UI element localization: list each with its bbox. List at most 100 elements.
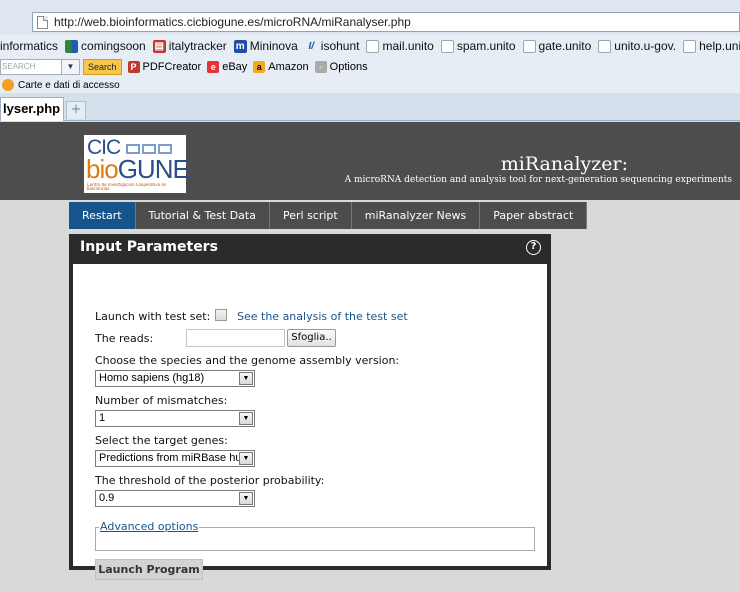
bookmark-label: Mininova xyxy=(249,39,298,53)
mismatch-label: Number of mismatches: xyxy=(95,394,228,407)
bookmark-unito-ugov[interactable]: unito.u-gov. xyxy=(598,39,676,53)
toolbar-search-button[interactable]: Search xyxy=(83,59,122,75)
chevron-down-icon[interactable]: ▼ xyxy=(62,59,80,75)
chevron-down-icon: ▼ xyxy=(239,452,253,465)
options-label: Options xyxy=(329,61,368,73)
address-bar[interactable]: http://web.bioinformatics.cicbiogune.es/… xyxy=(32,12,740,32)
pdf-icon: P xyxy=(127,61,140,73)
page-content: CIC bioGUNE Centro de Investigación Coop… xyxy=(0,122,740,592)
url-text[interactable]: http://web.bioinformatics.cicbiogune.es/… xyxy=(54,15,411,29)
advanced-options-fieldset: Advanced options xyxy=(95,520,535,551)
lock-icon xyxy=(2,79,14,91)
species-label: Choose the species and the genome assemb… xyxy=(95,354,400,367)
page-icon xyxy=(598,39,612,53)
bookmark-label: italytracker xyxy=(168,39,227,53)
bookmark-isohunt[interactable]: I/isohunt xyxy=(305,39,360,53)
chevron-down-icon: ▼ xyxy=(239,372,253,385)
nav-news[interactable]: miRanalyzer News xyxy=(351,202,481,229)
bookmark-help-unito[interactable]: help.unito xyxy=(683,39,740,53)
toolbar-row: SEARCH ▼ Search P PDFCreator e eBay a Amazo… xyxy=(0,57,740,77)
nav-restart[interactable]: Restart xyxy=(69,202,136,229)
test-analysis-link[interactable]: See the analysis of the test set xyxy=(237,310,408,323)
bookmark-label: gate.unito xyxy=(538,39,592,53)
bookmark-label: mail.unito xyxy=(382,39,434,53)
bookmark-label: isohunt xyxy=(320,39,360,53)
panel-body: Launch with test set: See the analysis o… xyxy=(73,264,547,580)
toolbar-search-input[interactable]: SEARCH xyxy=(0,59,62,75)
bookmark-italytracker[interactable]: ▤ italytracker xyxy=(152,39,227,53)
site-subtitle: A microRNA detection and analysis tool f… xyxy=(344,175,732,185)
bookmark-label: spam.unito xyxy=(456,39,516,53)
logo-bio: bio xyxy=(86,154,119,184)
bookmark-label: unito.u-gov. xyxy=(614,39,677,53)
bookmark-spam-unito[interactable]: spam.unito xyxy=(440,39,516,53)
main-nav: Restart Tutorial & Test Data Perl script… xyxy=(69,202,588,229)
site-title: miRanalyzer: xyxy=(500,153,628,175)
bookmark-gate-unito[interactable]: gate.unito xyxy=(522,39,592,53)
site-header: CIC bioGUNE Centro de Investigación Coop… xyxy=(0,122,740,200)
bookmark-informatics[interactable]: informatics xyxy=(0,39,58,53)
bookmarks-bar: informatics comingsoon ▤ italytracker m Mi… xyxy=(0,35,740,57)
logo-biogune-text: bioGUNE xyxy=(86,154,190,184)
target-genes-value: Predictions from miRBase hum xyxy=(99,452,251,464)
logo-gune: GUNE xyxy=(117,154,190,184)
page-icon xyxy=(37,15,48,29)
species-select[interactable]: Homo sapiens (hg18) ▼ xyxy=(95,370,255,387)
options-icon: ◦ xyxy=(314,61,327,73)
mismatch-select[interactable]: 1 ▼ xyxy=(95,410,255,427)
help-icon[interactable]: ? xyxy=(526,240,541,255)
ebay-button[interactable]: e eBay xyxy=(207,61,247,73)
options-button[interactable]: ◦ Options xyxy=(314,61,368,73)
reads-file-input[interactable] xyxy=(186,329,285,347)
amazon-button[interactable]: a Amazon xyxy=(253,61,309,73)
nav-perl-script[interactable]: Perl script xyxy=(269,202,352,229)
bookmark-mininova[interactable]: m Mininova xyxy=(233,39,298,53)
page-icon xyxy=(522,39,536,53)
pdfcreator-label: PDFCreator xyxy=(142,61,202,73)
multicolor-icon xyxy=(65,39,79,53)
tab-miranalyser[interactable]: lyser.php xyxy=(0,97,64,121)
target-genes-label: Select the target genes: xyxy=(95,434,228,447)
threshold-select[interactable]: 0.9 ▼ xyxy=(95,490,255,507)
bookmark-label: informatics xyxy=(0,39,59,53)
reads-label: The reads: xyxy=(95,332,154,345)
cards-menu[interactable]: Carte e dati di accesso xyxy=(18,80,120,91)
amazon-label: Amazon xyxy=(268,61,309,73)
address-bar-row: http://web.bioinformatics.cicbiogune.es/… xyxy=(0,0,740,35)
chevron-down-icon: ▼ xyxy=(239,492,253,505)
page-icon xyxy=(440,39,454,53)
target-genes-select[interactable]: Predictions from miRBase hum ▼ xyxy=(95,450,255,467)
isohunt-icon: I/ xyxy=(308,40,315,52)
browse-button[interactable]: Sfoglia.. xyxy=(287,329,336,347)
input-parameters-panel: Input Parameters ? Launch with test set:… xyxy=(69,234,551,580)
bookmark-mail-unito[interactable]: mail.unito xyxy=(366,39,434,53)
mismatch-value: 1 xyxy=(99,412,106,424)
italytracker-icon: ▤ xyxy=(152,39,166,53)
cards-row: Carte e dati di accesso xyxy=(0,77,740,93)
panel-title: Input Parameters xyxy=(80,239,218,255)
new-tab-button[interactable]: + xyxy=(66,101,86,119)
bookmark-comingsoon[interactable]: comingsoon xyxy=(65,39,146,53)
ebay-icon: e xyxy=(207,61,220,73)
ebay-label: eBay xyxy=(222,61,248,73)
mininova-icon: m xyxy=(233,39,247,53)
test-set-checkbox[interactable] xyxy=(215,309,227,321)
logo-fine-print: Centro de Investigación Cooperativa en B… xyxy=(87,183,167,190)
amazon-icon: a xyxy=(253,61,266,73)
species-value: Homo sapiens (hg18) xyxy=(99,372,205,384)
nav-paper-abstract[interactable]: Paper abstract xyxy=(480,202,588,229)
bookmark-label: help.unito xyxy=(699,39,740,53)
threshold-label: The threshold of the posterior probabili… xyxy=(95,474,325,487)
advanced-options-link[interactable]: Advanced options xyxy=(99,520,200,533)
cicbiogune-logo[interactable]: CIC bioGUNE Centro de Investigación Coop… xyxy=(84,135,190,193)
pdfcreator-button[interactable]: P PDFCreator xyxy=(127,61,202,73)
nav-tutorial[interactable]: Tutorial & Test Data xyxy=(135,202,270,229)
page-icon xyxy=(366,39,380,53)
chevron-down-icon: ▼ xyxy=(239,412,253,425)
tab-strip: lyser.php + xyxy=(0,93,740,121)
launch-test-label: Launch with test set: xyxy=(95,310,211,323)
bookmark-label: comingsoon xyxy=(81,39,146,53)
threshold-value: 0.9 xyxy=(99,492,115,504)
page-icon xyxy=(683,39,697,53)
launch-program-button[interactable]: Launch Program xyxy=(95,559,203,580)
